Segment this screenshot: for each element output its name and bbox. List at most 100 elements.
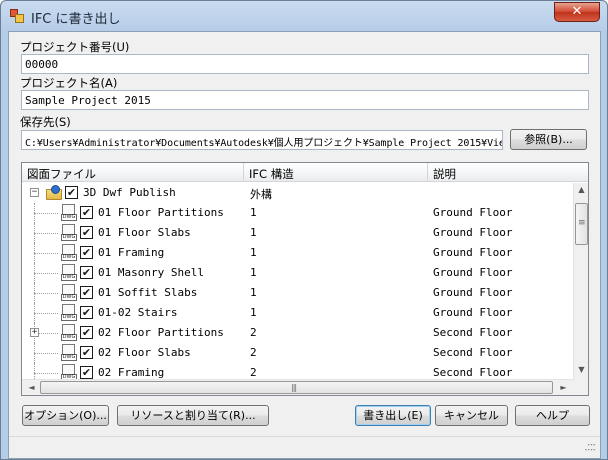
status-bar <box>9 436 600 458</box>
dwg-icon: DWG <box>61 244 77 262</box>
tree-row[interactable]: − ✔ 3D Dwf Publish 外構 <box>22 183 572 203</box>
dwg-tag: DWG <box>61 254 77 261</box>
dwg-icon: DWG <box>61 264 77 282</box>
cancel-button[interactable]: キャンセル <box>435 405 508 426</box>
row-checkbox[interactable]: ✔ <box>80 286 93 299</box>
ifc-structure-value: 1 <box>250 286 257 299</box>
dwg-icon: DWG <box>61 324 77 342</box>
scroll-up-icon[interactable]: ▲ <box>574 185 588 194</box>
browse-button[interactable]: 参照(B)... <box>510 129 587 150</box>
scroll-right-icon[interactable]: ► <box>556 383 571 392</box>
expand-icon[interactable]: + <box>30 328 39 337</box>
tree-connector <box>34 373 58 374</box>
row-checkbox[interactable]: ✔ <box>80 306 93 319</box>
tree-row[interactable]: DWG ✔ 01 Masonry Shell 1 Ground Floor <box>22 263 572 283</box>
title-bar[interactable]: IFC に書き出し ✕ <box>1 1 607 31</box>
column-header-description[interactable]: 説明 <box>428 163 588 182</box>
dwg-tag: DWG <box>61 214 77 221</box>
drawing-name: 02 Floor Slabs <box>98 346 191 359</box>
dwg-icon: DWG <box>61 224 77 242</box>
dwg-icon: DWG <box>61 284 77 302</box>
tree-row[interactable]: DWG ✔ 01 Soffit Slabs 1 Ground Floor <box>22 283 572 303</box>
ifc-structure-value: 1 <box>250 226 257 239</box>
save-location-input[interactable]: C:¥Users¥Administrator¥Documents¥Autodes… <box>21 130 503 150</box>
tree-connector <box>34 213 58 214</box>
ifc-structure-value: 1 <box>250 206 257 219</box>
row-checkbox[interactable]: ✔ <box>80 226 93 239</box>
project-number-label: プロジェクト番号(U) <box>20 40 130 54</box>
tree-row[interactable]: DWG ✔ 02 Framing 2 Second Floor <box>22 363 572 379</box>
dwg-icon: DWG <box>61 204 77 222</box>
ifc-structure-value: 1 <box>250 246 257 259</box>
horizontal-scroll-thumb[interactable]: ||| <box>40 381 553 394</box>
scroll-left-icon[interactable]: ◄ <box>24 383 39 392</box>
grip-icon: ≡ <box>578 218 585 228</box>
scroll-down-icon[interactable]: ▼ <box>574 365 588 374</box>
resource-assign-button[interactable]: リソースと割り当て(R)... <box>117 405 269 426</box>
help-button[interactable]: ヘルプ <box>515 405 590 426</box>
project-name-input[interactable]: Sample Project 2015 <box>21 90 589 110</box>
ifc-structure-value: 2 <box>250 366 257 379</box>
tree-connector <box>34 313 58 314</box>
tree-row[interactable]: DWG ✔ 01-02 Stairs 1 Ground Floor <box>22 303 572 323</box>
drawing-name: 01 Masonry Shell <box>98 266 204 279</box>
tree-row[interactable]: DWG ✔ 01 Floor Slabs 1 Ground Floor <box>22 223 572 243</box>
description-value: Ground Floor <box>433 266 513 279</box>
column-header-ifc-structure[interactable]: IFC 構造 <box>244 163 428 182</box>
row-checkbox[interactable]: ✔ <box>80 346 93 359</box>
tree-rows: − ✔ 3D Dwf Publish 外構 DWG ✔ 01 Floor Partition… <box>22 183 572 379</box>
description-value: Second Floor <box>433 326 513 339</box>
ifc-structure-value: 2 <box>250 326 257 339</box>
ifc-export-window: IFC に書き出し ✕ プロジェクト番号(U) 00000 プロジェクト名(A)… <box>0 0 608 460</box>
description-value: Second Floor <box>433 346 513 359</box>
row-checkbox[interactable]: ✔ <box>80 326 93 339</box>
close-button[interactable]: ✕ <box>554 2 600 22</box>
tree-row[interactable]: DWG ✔ 01 Floor Partitions 1 Ground Floor <box>22 203 572 223</box>
drawing-name: 01 Framing <box>98 246 165 259</box>
drawing-name: 01 Soffit Slabs <box>98 286 198 299</box>
tree-row[interactable]: DWG ✔ 02 Floor Slabs 2 Second Floor <box>22 343 572 363</box>
description-value: Ground Floor <box>433 246 513 259</box>
horizontal-scrollbar[interactable]: ◄ ||| ► <box>22 379 573 395</box>
drawing-name: 01 Floor Slabs <box>98 226 191 239</box>
row-checkbox[interactable]: ✔ <box>80 266 93 279</box>
row-checkbox[interactable]: ✔ <box>65 186 78 199</box>
vertical-scroll-thumb[interactable]: ≡ <box>575 203 588 245</box>
tree-row[interactable]: + DWG ✔ 02 Floor Partitions 2 Second Floor <box>22 323 572 343</box>
resize-grip-icon[interactable]: ⠠⠤ ⠤⠤ <box>584 440 596 454</box>
drawing-name: 01 Floor Partitions <box>98 206 224 219</box>
dwg-tag: DWG <box>61 334 77 341</box>
row-checkbox[interactable]: ✔ <box>80 366 93 379</box>
scroll-corner <box>573 379 588 395</box>
description-value: Ground Floor <box>433 206 513 219</box>
row-checkbox[interactable]: ✔ <box>80 206 93 219</box>
export-button[interactable]: 書き出し(E) <box>355 405 431 426</box>
save-location-label: 保存先(S) <box>20 115 71 129</box>
tree-row[interactable]: DWG ✔ 01 Framing 1 Ground Floor <box>22 243 572 263</box>
dwg-tag: DWG <box>61 234 77 241</box>
tree-connector <box>34 363 35 379</box>
project-name-label: プロジェクト名(A) <box>20 76 118 90</box>
options-button[interactable]: オプション(O)... <box>22 405 109 426</box>
dwg-tag: DWG <box>61 294 77 301</box>
dialog-body: プロジェクト番号(U) 00000 プロジェクト名(A) Sample Proj… <box>8 31 601 459</box>
dwg-icon: DWG <box>61 364 77 379</box>
tree-connector <box>34 353 58 354</box>
ifc-structure-value: 1 <box>250 306 257 319</box>
project-number-input[interactable]: 00000 <box>21 54 589 74</box>
collapse-icon[interactable]: − <box>30 188 39 197</box>
tree-connector <box>34 253 58 254</box>
ifc-structure-value: 1 <box>250 266 257 279</box>
drawing-tree-list[interactable]: 図面ファイル IFC 構造 説明 − ✔ 3D Dwf Publish 外構 DWG ✔ 0… <box>21 162 589 396</box>
drawing-name: 3D Dwf Publish <box>83 186 176 199</box>
dwg-tag: DWG <box>61 274 77 281</box>
folder-icon <box>46 185 64 201</box>
vertical-scrollbar[interactable]: ▲ ≡ ▼ <box>573 183 588 379</box>
drawing-name: 01-02 Stairs <box>98 306 178 319</box>
column-header-drawing-file[interactable]: 図面ファイル <box>22 163 244 182</box>
row-checkbox[interactable]: ✔ <box>80 246 93 259</box>
description-value: Second Floor <box>433 366 513 379</box>
description-value: Ground Floor <box>433 226 513 239</box>
description-value: Ground Floor <box>433 286 513 299</box>
dwg-tag: DWG <box>61 314 77 321</box>
